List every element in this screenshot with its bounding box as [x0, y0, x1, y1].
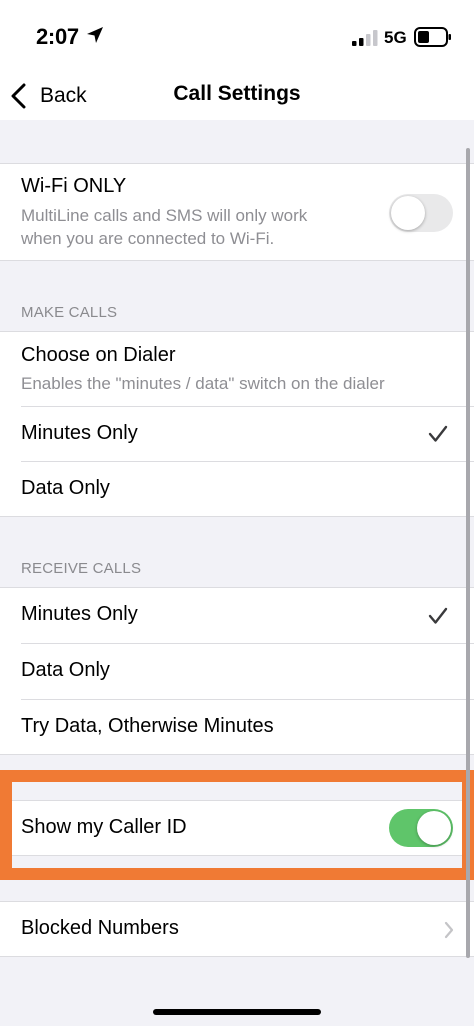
blocked-numbers-row[interactable]: Blocked Numbers: [0, 902, 474, 957]
caller-id-toggle[interactable]: [389, 809, 453, 847]
wifi-only-toggle[interactable]: [389, 194, 453, 232]
navigation-bar: Back Call Settings: [0, 72, 474, 120]
scrollbar[interactable]: [466, 148, 470, 958]
receive-calls-header: RECEIVE CALLS: [21, 560, 142, 577]
receive-calls-try-data-label: Try Data, Otherwise Minutes: [21, 715, 274, 737]
caller-id-group: Show my Caller ID: [0, 800, 474, 856]
toggle-knob: [417, 811, 451, 845]
chevron-right-icon: [444, 921, 454, 939]
make-calls-data-only-label: Data Only: [21, 477, 110, 499]
wifi-only-group: Wi-Fi ONLY MultiLine calls and SMS will …: [0, 163, 474, 261]
blocked-numbers-group: Blocked Numbers: [0, 901, 474, 957]
battery-icon: [414, 27, 451, 47]
receive-calls-data-only-label: Data Only: [21, 659, 110, 681]
make-calls-data-only-row[interactable]: Data Only: [0, 462, 474, 517]
status-bar: 2:07 5G: [0, 0, 474, 72]
wifi-only-row: Wi-Fi ONLY MultiLine calls and SMS will …: [0, 164, 474, 261]
status-time: 2:07: [36, 24, 79, 49]
make-calls-minutes-only-row[interactable]: Minutes Only: [0, 407, 474, 461]
network-type: 5G: [384, 28, 407, 47]
wifi-only-description-line2: when you are connected to Wi-Fi.: [21, 229, 275, 248]
receive-calls-data-only-row[interactable]: Data Only: [0, 644, 474, 699]
page-title: Call Settings: [173, 82, 301, 105]
choose-on-dialer-row[interactable]: Choose on Dialer Enables the "minutes / …: [0, 332, 474, 406]
receive-calls-minutes-only-row[interactable]: Minutes Only: [0, 588, 474, 643]
make-calls-group: Choose on Dialer Enables the "minutes / …: [0, 331, 474, 517]
receive-calls-try-data-row[interactable]: Try Data, Otherwise Minutes: [0, 700, 474, 755]
checkmark-icon: [428, 425, 448, 442]
make-calls-minutes-only-label: Minutes Only: [21, 422, 138, 444]
wifi-only-description-line1: MultiLine calls and SMS will only work: [21, 206, 308, 225]
choose-on-dialer-label: Choose on Dialer: [21, 344, 176, 366]
receive-calls-minutes-only-label: Minutes Only: [21, 603, 138, 625]
make-calls-header: MAKE CALLS: [21, 304, 118, 321]
home-indicator[interactable]: [153, 1009, 321, 1015]
blocked-numbers-label: Blocked Numbers: [21, 917, 179, 939]
choose-on-dialer-description: Enables the "minutes / data" switch on t…: [21, 374, 385, 393]
toggle-knob: [391, 196, 425, 230]
location-arrow-icon: [87, 27, 103, 43]
receive-calls-group: Minutes Only Data Only Try Data, Otherwi…: [0, 587, 474, 755]
caller-id-label: Show my Caller ID: [21, 816, 187, 838]
cellular-signal-icon: [352, 30, 378, 46]
checkmark-icon: [428, 607, 448, 624]
caller-id-row: Show my Caller ID: [0, 801, 474, 856]
wifi-only-label: Wi-Fi ONLY: [21, 175, 127, 197]
